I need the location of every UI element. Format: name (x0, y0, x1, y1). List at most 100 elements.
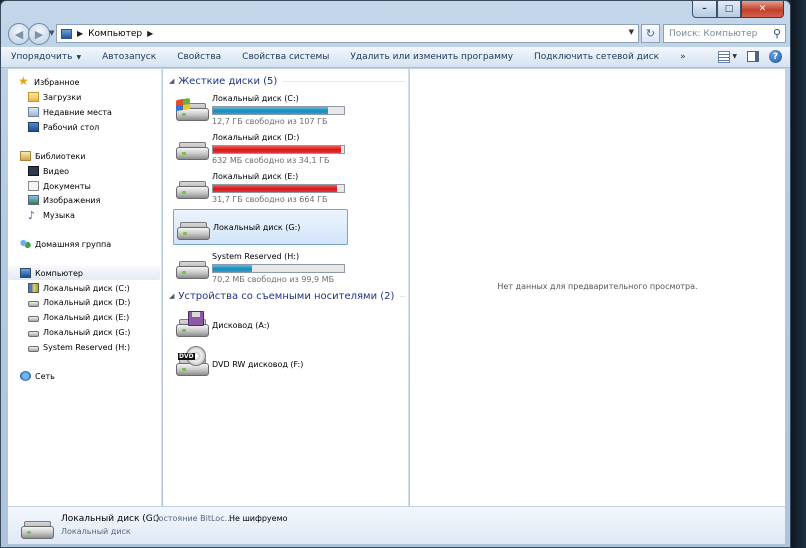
favorites-label: Избранное (34, 77, 80, 87)
organize-button[interactable]: Упорядочить ▼ (11, 52, 81, 62)
map-network-drive-button[interactable]: Подключить сетевой диск (534, 52, 659, 62)
forward-button[interactable]: ▶ (28, 23, 50, 45)
search-input[interactable]: Поиск: Компьютер ⚲ (663, 24, 786, 43)
nav-item-drive-c[interactable]: Локальный диск (C:) (28, 281, 130, 295)
dvd-badge: DVD (178, 353, 195, 360)
details-item-type: Локальный диск (61, 527, 131, 536)
address-bar[interactable]: ▶ Компьютер ▶ ▼ (56, 24, 639, 43)
nav-item-drive-e[interactable]: Локальный диск (E:) (28, 310, 129, 324)
drive-item-c[interactable]: Локальный диск (C:) 12,7 ГБ свободно из … (173, 91, 348, 127)
view-dropdown-icon[interactable]: ▼ (732, 53, 737, 60)
close-button[interactable]: ✕ (741, 1, 784, 18)
drive-item-d[interactable]: Локальный диск (D:) 632 МБ свободно из 3… (173, 130, 348, 166)
removable-group-header[interactable]: ◢ Устройства со съемными носителями (2) (169, 289, 405, 303)
nav-item-label: Локальный диск (E:) (43, 312, 130, 322)
nav-item-pictures[interactable]: Изображения (28, 193, 100, 207)
more-commands-button[interactable]: » (680, 52, 686, 62)
star-icon: ★ (18, 74, 29, 88)
libraries-label: Библиотеки (35, 151, 86, 161)
refresh-button[interactable]: ↻ (641, 24, 660, 43)
autoplay-button[interactable]: Автозапуск (102, 52, 156, 62)
floppy-drive-icon (176, 311, 209, 337)
drive-usage-bar (212, 106, 345, 115)
details-pane: Локальный диск (G:) Состояние BitLoc... … (8, 506, 785, 544)
command-bar: Упорядочить ▼ Автозапуск Свойства Свойств… (1, 47, 790, 68)
help-icon[interactable]: ? (769, 50, 782, 63)
nav-item-label: Изображения (43, 195, 101, 205)
back-arrow-icon: ◀ (14, 27, 24, 41)
drive-free-space: 70,2 МБ свободно из 99,9 МБ (212, 275, 335, 284)
nav-item-music[interactable]: ♪ Музыка (28, 208, 75, 222)
hard-drive-icon (28, 300, 39, 307)
drive-name: DVD RW дисковод (F:) (212, 360, 304, 369)
minimize-button[interactable]: – (692, 1, 717, 18)
breadcrumb-separator-icon[interactable]: ▶ (147, 29, 153, 38)
computer-node[interactable]: Компьютер (8, 266, 160, 280)
caption-buttons: – □ ✕ (692, 1, 784, 18)
hard-disks-group-header[interactable]: ◢ Жесткие диски (5) (169, 74, 405, 88)
back-button[interactable]: ◀ (8, 23, 30, 45)
recent-pages-dropdown-icon[interactable]: ▼ (49, 29, 54, 37)
drive-usage-fill (213, 185, 338, 192)
nav-item-drive-g[interactable]: Локальный диск (G:) (28, 325, 130, 339)
drive-name: Дисковод (A:) (212, 321, 270, 330)
nav-item-video[interactable]: Видео (28, 164, 69, 178)
hard-drive-icon (176, 257, 209, 279)
nav-item-documents[interactable]: Документы (28, 179, 91, 193)
drive-usage-bar (212, 184, 345, 193)
forward-arrow-icon: ▶ (34, 27, 44, 41)
refresh-icon: ↻ (645, 27, 656, 40)
nav-item-label: Локальный диск (G:) (43, 327, 131, 337)
hard-drive-icon (176, 177, 209, 199)
libraries-icon (20, 151, 31, 161)
maximize-button[interactable]: □ (717, 1, 741, 18)
drive-name: Локальный диск (E:) (212, 172, 299, 181)
drive-item-a[interactable]: Дисковод (A:) (173, 307, 348, 343)
network-icon (20, 371, 31, 381)
search-icon[interactable]: ⚲ (773, 27, 781, 40)
drive-free-space: 31,7 ГБ свободно из 664 ГБ (212, 195, 328, 204)
nav-item-recent-places[interactable]: Недавние места (28, 105, 112, 119)
drive-usage-fill (213, 107, 329, 114)
change-view-icon[interactable] (718, 50, 731, 63)
drive-item-g[interactable]: Локальный диск (G:) (173, 209, 348, 245)
nav-item-downloads[interactable]: Загрузки (28, 90, 81, 104)
preview-pane: Нет данных для предварительного просмотр… (410, 69, 785, 506)
system-properties-button[interactable]: Свойства системы (242, 52, 329, 62)
breadcrumb-separator-icon[interactable]: ▶ (77, 29, 83, 38)
collapse-caret-icon[interactable]: ◢ (169, 292, 174, 300)
drive-free-space: 632 МБ свободно из 34,1 ГБ (212, 156, 330, 165)
network-node[interactable]: Сеть (20, 369, 55, 383)
dvd-drive-icon: DVD (176, 346, 209, 376)
content-pane: ◢ Жесткие диски (5) Локальный диск (C:) … (163, 69, 409, 506)
collapse-caret-icon[interactable]: ◢ (169, 77, 174, 85)
drive-item-h[interactable]: System Reserved (H:) 70,2 МБ свободно из… (173, 249, 348, 285)
details-item-name: Локальный диск (G:) (61, 514, 160, 524)
drive-usage-fill (213, 265, 253, 272)
uninstall-program-button[interactable]: Удалить или изменить программу (350, 52, 513, 62)
group-divider (400, 295, 405, 297)
homegroup-node[interactable]: Домашняя группа (20, 237, 111, 251)
navigation-pane: ★ Избранное Загрузки Недавние места Рабо… (8, 69, 162, 506)
homegroup-label: Домашняя группа (35, 239, 112, 249)
drive-usage-bar (212, 264, 345, 273)
address-history-dropdown-icon[interactable]: ▼ (629, 28, 634, 36)
system-drive-icon (176, 98, 209, 121)
nav-item-label: Недавние места (43, 107, 112, 117)
computer-icon (61, 28, 72, 39)
recent-places-icon (28, 107, 39, 117)
hard-drive-icon (28, 330, 39, 337)
nav-item-drive-h[interactable]: System Reserved (H:) (28, 340, 130, 354)
video-library-icon (28, 166, 39, 176)
favorites-node[interactable]: ★ Избранное (18, 74, 80, 89)
nav-item-drive-d[interactable]: Локальный диск (D:) (28, 295, 130, 309)
libraries-node[interactable]: Библиотеки (20, 149, 85, 163)
preview-pane-icon[interactable] (747, 51, 759, 62)
drive-item-e[interactable]: Локальный диск (E:) 31,7 ГБ свободно из … (173, 169, 348, 205)
drive-item-f[interactable]: DVD DVD RW дисковод (F:) (173, 346, 348, 382)
nav-item-desktop[interactable]: Рабочий стол (28, 120, 99, 134)
organize-label: Упорядочить (11, 52, 73, 62)
nav-item-label: Локальный диск (C:) (43, 283, 130, 293)
breadcrumb-computer[interactable]: Компьютер (88, 29, 142, 39)
properties-button[interactable]: Свойства (177, 52, 221, 62)
